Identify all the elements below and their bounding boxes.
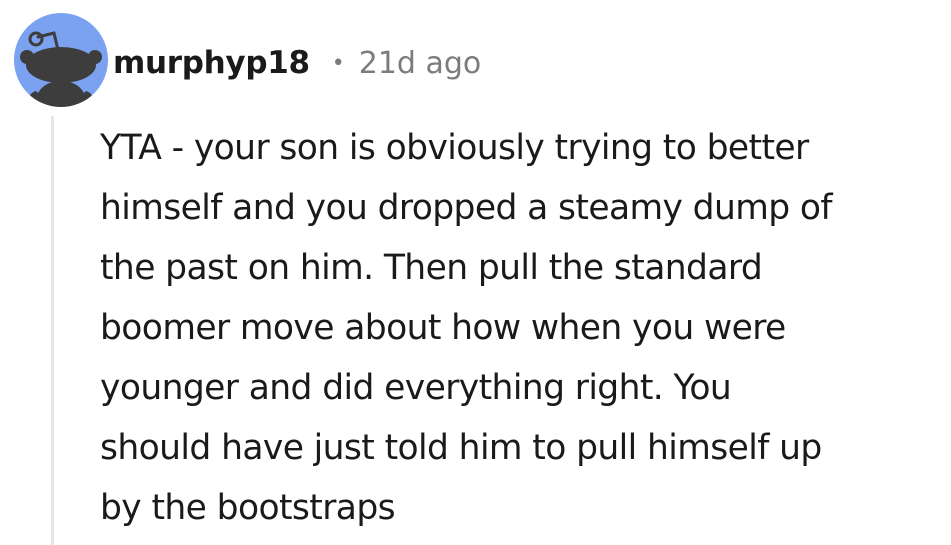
comment-body: YTA - your son is obviously trying to be…	[100, 118, 940, 538]
comment-body-line: himself and you dropped a steamy dump of	[100, 188, 833, 228]
thread-collapse-line[interactable]	[51, 116, 54, 545]
snoo-avatar-icon	[20, 31, 102, 107]
comment-body-line: younger and did everything right. You	[100, 368, 732, 408]
comment-body-line: YTA - your son is obviously trying to be…	[100, 128, 809, 168]
comment-body-line: by the bootstraps	[100, 488, 396, 528]
meta-separator-dot: •	[331, 50, 345, 76]
comment-header: murphyp18 • 21d ago	[113, 38, 481, 88]
user-avatar[interactable]	[14, 13, 108, 107]
comment-body-line: boomer move about how when you were	[100, 308, 786, 348]
comment-body-line: should have just told him to pull himsel…	[100, 428, 822, 468]
comment: murphyp18 • 21d ago YTA - your son is ob…	[0, 0, 951, 545]
comment-timestamp[interactable]: 21d ago	[359, 46, 482, 81]
comment-body-line: the past on him. Then pull the standard	[100, 248, 763, 288]
author-username-link[interactable]: murphyp18	[113, 45, 310, 81]
